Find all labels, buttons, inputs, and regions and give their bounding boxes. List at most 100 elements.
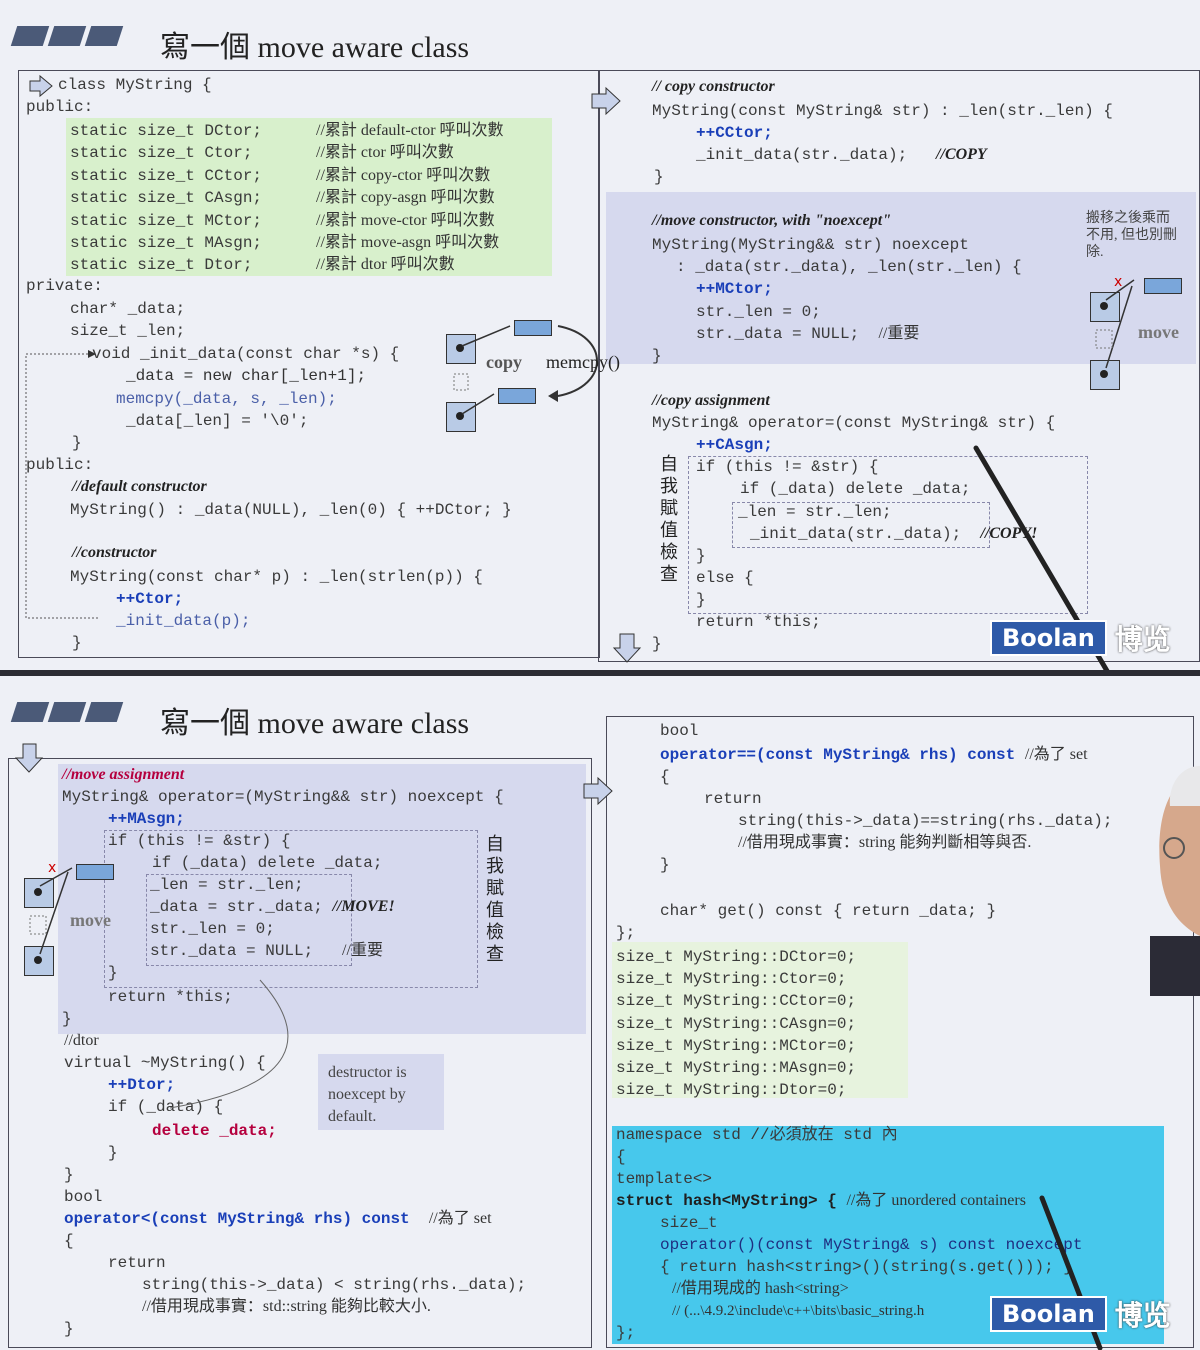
- lt-3: {: [64, 1232, 74, 1250]
- copy-asgn-11: }: [652, 635, 662, 653]
- len-member: size_t _len;: [70, 322, 186, 340]
- copy-ctor-comment: // copy constructor: [652, 78, 775, 95]
- class-close: };: [616, 924, 636, 942]
- eq-3: {: [660, 768, 670, 786]
- static-member-decl: static size_t MCtor;: [70, 211, 263, 230]
- static-member-row: static size_t CAsgn; //累計 copy-asgn 呼叫次數: [70, 187, 495, 209]
- eq-2: operator==(const MyString& rhs) const //…: [660, 746, 1088, 764]
- static-member-decl: static size_t Dtor;: [70, 256, 253, 275]
- init-line-3: memcpy(_data, s, _len);: [116, 390, 337, 408]
- static-def-row: size_t MyString::CAsgn=0;: [616, 1014, 857, 1033]
- svg-text:x: x: [1114, 274, 1122, 290]
- move-asgn-8: str._data = NULL; //重要: [150, 942, 383, 960]
- eq-5: string(this->_data)==string(rhs._data);: [738, 812, 1113, 830]
- static-def-row: size_t MyString::Ctor=0;: [616, 970, 847, 989]
- title-bars-icon: [10, 702, 125, 727]
- static-member-comment: //累計 default-ctor 呼叫次數: [316, 122, 504, 139]
- static-member-decl: static size_t CAsgn;: [70, 189, 263, 208]
- lt-5: string(this->_data) < string(rhs._data);: [142, 1276, 527, 1294]
- static-def-row: size_t MyString::DCtor=0;: [616, 948, 857, 966]
- move-note: 搬移之後乘而不用, 但也別刪除.: [1086, 211, 1177, 260]
- move-asgn-1: MyString& operator=(MyString&& str) noex…: [62, 788, 504, 806]
- static-member-decl: static size_t CCtor;: [70, 166, 263, 185]
- copy-asgn-9: }: [696, 591, 706, 609]
- arrow-right-icon: [583, 776, 613, 806]
- ns-2: {: [616, 1148, 626, 1166]
- move-asgn-3: if (this != &str) {: [108, 832, 291, 850]
- slide-title: 寫一個 move aware class: [160, 707, 470, 740]
- move-asgn-11: }: [62, 1010, 72, 1028]
- static-member-comment: //累計 ctor 呼叫次數: [316, 144, 454, 162]
- static-member-row: static size_t MAsgn; //累計 move-asgn 呼叫次數: [70, 232, 499, 254]
- lt-6: //借用現成事實：std::string 能夠比較大小.: [142, 1298, 431, 1315]
- eq-7: }: [660, 856, 670, 874]
- lt-1: bool: [64, 1188, 103, 1206]
- title-bars-icon: [10, 26, 125, 51]
- copy-asgn-3: if (this != &str) {: [696, 458, 879, 476]
- move-label: move: [1138, 322, 1179, 342]
- copy-asgn-5: _len = str._len;: [738, 503, 892, 521]
- lt-7: }: [64, 1320, 74, 1338]
- ns-4: struct hash<MyString> { //為了 unordered c…: [616, 1192, 1026, 1210]
- dtor-4: delete _data;: [152, 1122, 277, 1140]
- memcpy-label: memcpy(): [546, 352, 620, 372]
- boolan-logo: Boolan 博览: [990, 1294, 1171, 1334]
- public-label: public:: [26, 98, 94, 116]
- move-asgn-4: if (_data) delete _data;: [152, 854, 383, 872]
- init-line-2: _data = new char[_len+1];: [126, 367, 367, 385]
- move-ctor-4: str._len = 0;: [696, 303, 821, 321]
- move-ctor-5: str._data = NULL; //重要: [696, 325, 920, 343]
- ctor-line-2: ++Ctor;: [116, 590, 184, 608]
- boolan-logo: Boolan 博览: [990, 618, 1171, 658]
- static-member-decl: static size_t DCtor;: [70, 122, 263, 140]
- static-member-comment: //累計 dtor 呼叫次數: [316, 256, 455, 274]
- dtor-connector: [169, 979, 289, 1109]
- static-def-row: size_t MyString::CCtor=0;: [616, 992, 857, 1011]
- copy-asgn-10: return *this;: [696, 613, 821, 631]
- slide-2: 寫一個 move aware class //move assignment M…: [0, 676, 1200, 1350]
- call-connector: [25, 350, 100, 619]
- self-check-label: 自我賦值檢查: [486, 834, 504, 965]
- lt-4: return: [108, 1254, 166, 1272]
- move-asgn-9: }: [108, 964, 118, 982]
- ns-6: operator()(const MyString& s) const noex…: [660, 1236, 1083, 1254]
- slide-title: 寫一個 move aware class: [160, 31, 470, 64]
- dtor-5: }: [108, 1144, 118, 1162]
- copy-ctor-4: }: [654, 168, 664, 186]
- ns-10: };: [616, 1324, 636, 1342]
- copy-ctor-3: _init_data(str._data); //COPY: [696, 146, 987, 164]
- static-member-row: static size_t Dtor; //累計 dtor 呼叫次數: [70, 254, 455, 276]
- static-def-row: size_t MyString::Dtor=0;: [616, 1081, 847, 1100]
- default-ctor: MyString() : _data(NULL), _len(0) { ++DC…: [70, 501, 512, 519]
- class-line: class MyString {: [58, 76, 212, 94]
- dtor-note: destructor is noexcept by default.: [328, 1064, 407, 1125]
- move-asgn-comment: //move assignment: [62, 766, 185, 783]
- static-member-row: static size_t DCtor; //累計 default-ctor 呼叫…: [70, 120, 504, 142]
- move-asgn-2: ++MAsgn;: [108, 810, 185, 828]
- static-member-row: static size_t Ctor; //累計 ctor 呼叫次數: [70, 142, 454, 164]
- copy-asgn-4: if (_data) delete _data;: [740, 480, 971, 498]
- move-label: move: [70, 910, 111, 930]
- static-member-comment: //累計 copy-asgn 呼叫次數: [316, 189, 495, 207]
- data-member: char* _data;: [70, 300, 186, 318]
- get-line: char* get() const { return _data; }: [660, 902, 997, 920]
- arrow-right-icon: [591, 86, 621, 116]
- move-ctor-2: : _data(str._data), _len(str._len) {: [676, 258, 1022, 276]
- self-check-label: 自我賦值檢查: [660, 454, 678, 585]
- move-ctor-comment: //move constructor, with "noexcept": [652, 212, 892, 229]
- move-asgn-5: _len = str._len;: [150, 876, 304, 894]
- presenter-image: [1150, 766, 1200, 996]
- dtor-6: }: [64, 1166, 74, 1184]
- ns-5: size_t: [660, 1214, 718, 1232]
- move-asgn-6: _data = str._data; //MOVE!: [150, 898, 395, 916]
- move-asgn-7: str._len = 0;: [150, 920, 275, 938]
- eq-4: return: [704, 790, 762, 808]
- ns-1: namespace std //必須放在 std 內: [616, 1126, 898, 1144]
- copy-asgn-2: ++CAsgn;: [696, 436, 773, 454]
- static-member-decl: static size_t MAsgn;: [70, 234, 263, 252]
- static-def-row: size_t MyString::MAsgn=0;: [616, 1059, 857, 1077]
- copy-asgn-8: else {: [696, 569, 754, 587]
- ctor-line-1: MyString(const char* p) : _len(strlen(p)…: [70, 568, 483, 586]
- slide-1: 寫一個 move aware class class MyString { pu…: [0, 0, 1200, 670]
- ns-7: { return hash<string>()(string(s.get()))…: [660, 1258, 1073, 1276]
